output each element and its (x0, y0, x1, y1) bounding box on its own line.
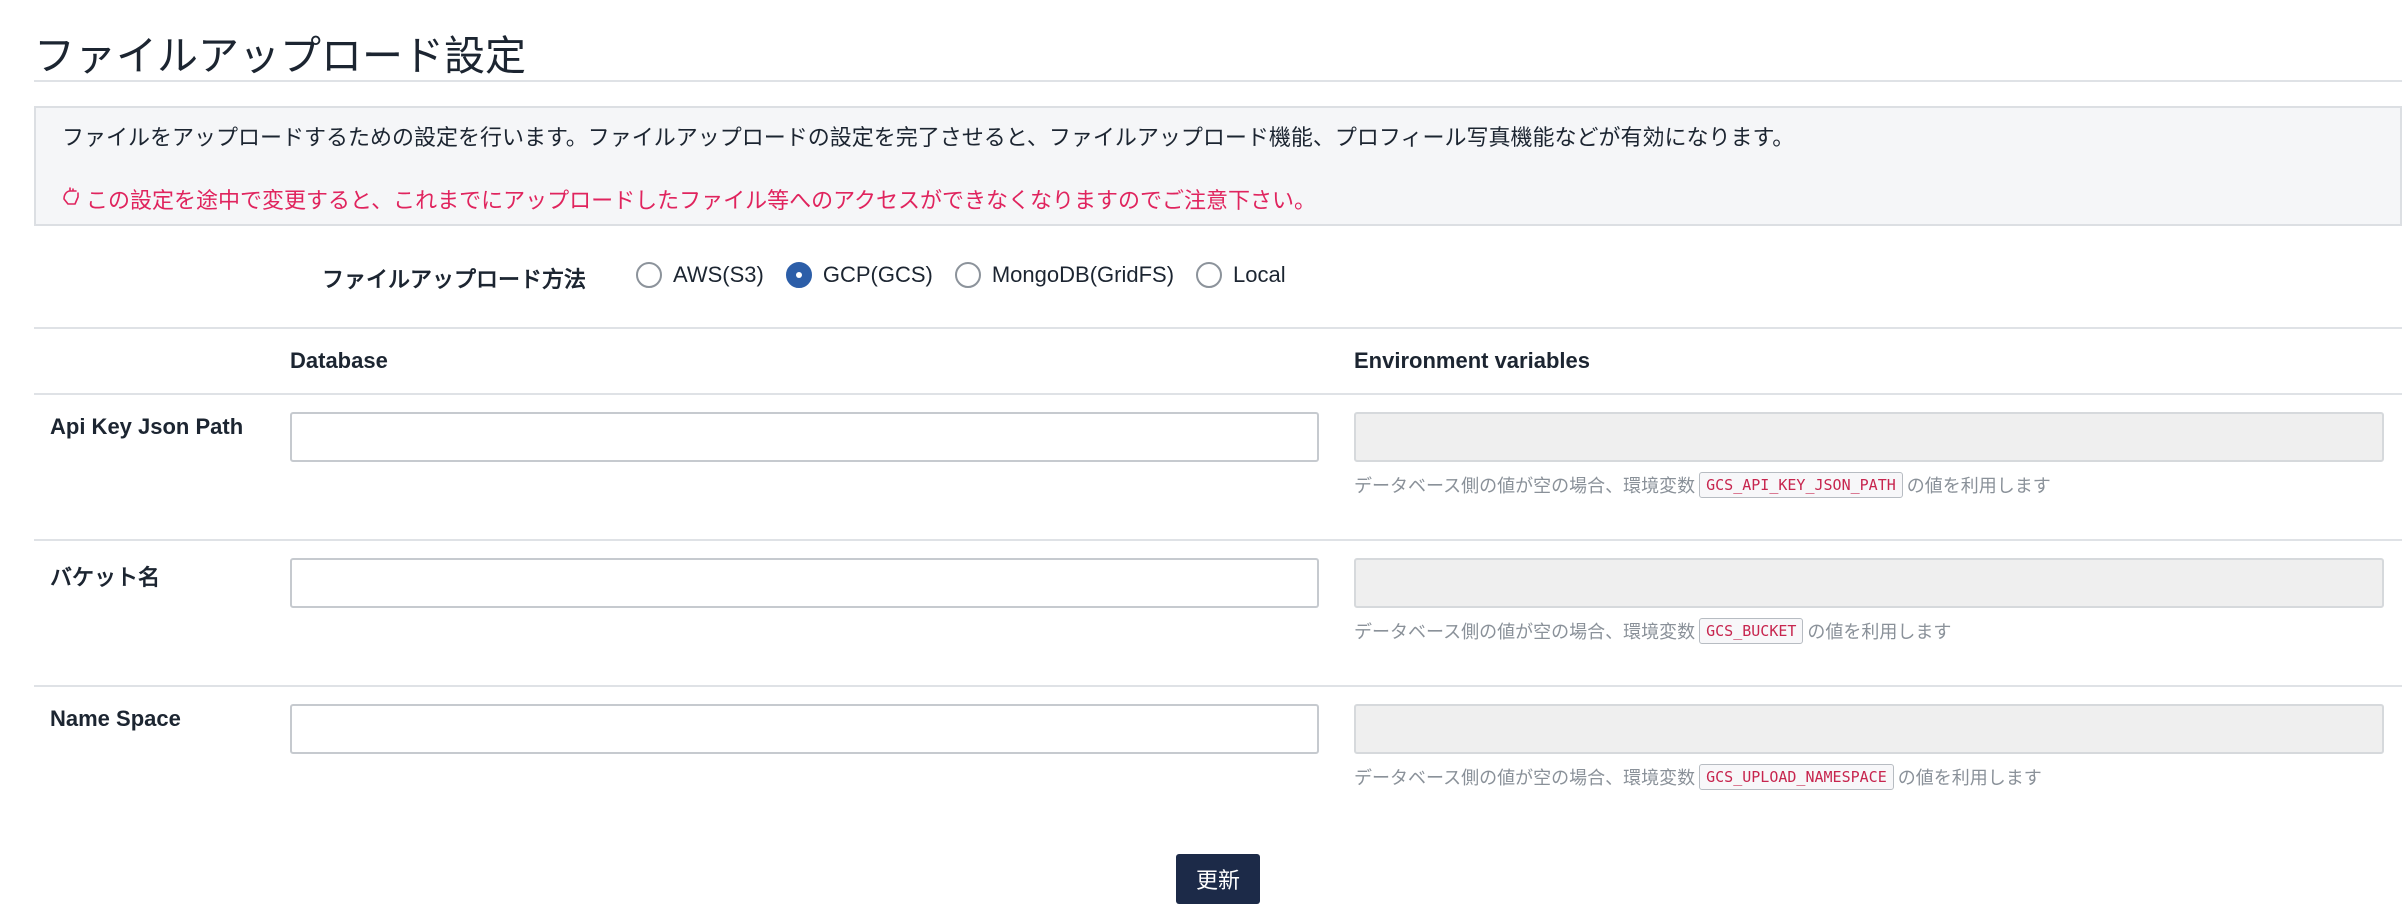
info-description: ファイルをアップロードするための設定を行います。ファイルアップロードの設定を完了… (62, 125, 1795, 150)
table-top-divider (34, 327, 2402, 329)
update-button[interactable]: 更新 (1176, 854, 1260, 904)
field-label-api-key-json-path: Api Key Json Path (50, 414, 244, 439)
help-prefix: データベース側の値が空の場合、環境変数 (1354, 768, 1696, 788)
upload-method-row: ファイルアップロード方法 AWS(S3) GCP(GCS) MongoDB(Gr… (0, 256, 2402, 302)
radio-button[interactable] (954, 262, 981, 288)
help-suffix: の値を利用します (1906, 476, 2051, 496)
warning-text: この設定を途中で変更すると、これまでにアップロードしたファイル等へのアクセスがで… (86, 188, 1317, 213)
file-upload-settings-page: ファイルアップロード設定 ファイルをアップロードするための設定を行います。ファイ… (0, 0, 2402, 922)
help-text: データベース側の値が空の場合、環境変数 GCS_BUCKET の値を利用します (1354, 618, 1951, 644)
env-var-code: GCS_BUCKET (1699, 618, 1804, 644)
row-divider (34, 539, 2402, 541)
title-divider (34, 80, 2402, 82)
name-space-input[interactable] (290, 704, 1319, 754)
help-prefix: データベース側の値が空の場合、環境変数 (1354, 476, 1696, 496)
api-key-json-path-input[interactable] (290, 412, 1319, 462)
radio-label: GCP(GCS) (822, 262, 933, 287)
name-space-env-field (1354, 704, 2384, 754)
field-label-bucket-name: バケット名 (50, 565, 161, 590)
header-divider (34, 393, 2402, 395)
help-prefix: データベース側の値が空の場合、環境変数 (1354, 622, 1696, 642)
radio-label: Local (1233, 262, 1286, 287)
upload-method-label: ファイルアップロード方法 (322, 267, 587, 292)
bucket-name-input[interactable] (290, 558, 1319, 608)
env-var-code: GCS_UPLOAD_NAMESPACE (1699, 764, 1894, 790)
column-header-database: Database (290, 348, 388, 373)
upload-method-radio-group: AWS(S3) GCP(GCS) MongoDB(GridFS) Local (636, 262, 1308, 288)
help-suffix: の値を利用します (1897, 768, 2042, 788)
radio-option-aws-s3[interactable]: AWS(S3) (636, 262, 764, 288)
help-text: データベース側の値が空の場合、環境変数 GCS_UPLOAD_NAMESPACE… (1354, 764, 2042, 790)
row-divider (34, 685, 2402, 687)
radio-button-selected[interactable] (785, 262, 812, 288)
info-callout: ファイルをアップロードするための設定を行います。ファイルアップロードの設定を完了… (34, 106, 2402, 226)
radio-option-gcp-gcs[interactable]: GCP(GCS) (785, 262, 933, 288)
env-var-code: GCS_API_KEY_JSON_PATH (1699, 472, 1903, 498)
bucket-name-env-field (1354, 558, 2384, 608)
radio-option-local[interactable]: Local (1196, 262, 1286, 288)
radio-label: AWS(S3) (673, 262, 764, 287)
help-text: データベース側の値が空の場合、環境変数 GCS_API_KEY_JSON_PAT… (1354, 472, 2051, 498)
radio-button[interactable] (1196, 262, 1223, 288)
field-label-name-space: Name Space (50, 706, 181, 731)
radio-button[interactable] (636, 262, 662, 288)
help-suffix: の値を利用します (1807, 622, 1952, 642)
page-title: ファイルアップロード設定 (34, 33, 526, 79)
warning-line: この設定を途中で変更すると、これまでにアップロードしたファイル等へのアクセスがで… (60, 183, 1316, 215)
column-header-env: Environment variables (1354, 348, 1590, 373)
api-key-json-path-env-field (1354, 412, 2384, 462)
hand-pointing-icon (60, 185, 82, 213)
radio-option-mongodb-gridfs[interactable]: MongoDB(GridFS) (954, 262, 1175, 288)
radio-label: MongoDB(GridFS) (991, 262, 1175, 287)
